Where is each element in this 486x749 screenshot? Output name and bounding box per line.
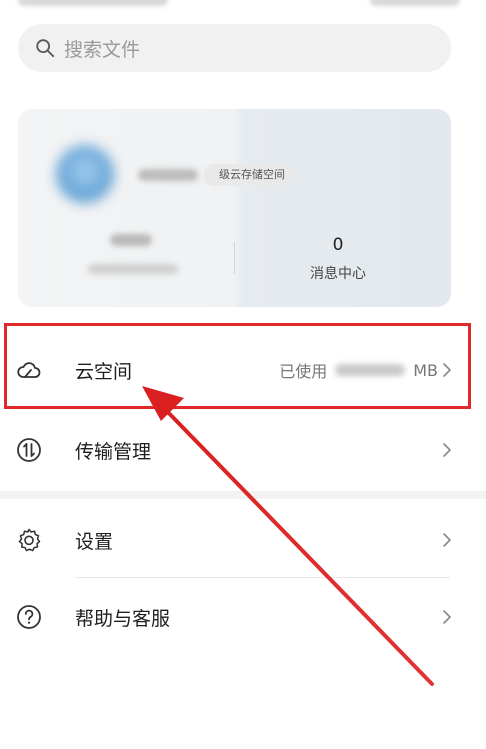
message-count[interactable]: 0 <box>318 235 358 255</box>
account-card[interactable]: 级云存储空间 0 消息中心 <box>18 109 451 307</box>
status-bar-blurred <box>0 0 486 8</box>
avatar[interactable] <box>56 145 114 203</box>
menu-item-help[interactable]: 帮助与客服 <box>0 595 486 639</box>
section-separator <box>0 491 486 499</box>
storage-level-tag: 级云存储空间 <box>203 164 293 186</box>
chevron-right-icon <box>443 443 451 457</box>
cloud-space-label: 云空间 <box>75 360 133 383</box>
help-label: 帮助与客服 <box>75 607 171 630</box>
item-separator <box>75 577 450 578</box>
status-right-blur <box>370 0 460 6</box>
storage-stat-label-blurred <box>88 264 178 274</box>
menu-item-transfer[interactable]: 传输管理 <box>0 428 486 472</box>
transfer-icon <box>17 438 41 462</box>
question-icon <box>17 605 41 629</box>
storage-stat-blurred <box>110 234 152 246</box>
status-left-blur <box>18 0 168 6</box>
chevron-right-icon <box>443 610 451 624</box>
chevron-right-icon <box>443 533 451 547</box>
usage-value-blurred <box>335 364 406 376</box>
transfer-label: 传输管理 <box>75 440 152 463</box>
search-bar[interactable]: 搜索文件 <box>18 24 451 72</box>
search-placeholder: 搜索文件 <box>64 38 141 61</box>
menu-item-cloud-space[interactable]: 云空间 已使用 MB <box>0 348 486 392</box>
usage-prefix: 已使用 <box>279 362 328 381</box>
usage-unit: MB <box>413 360 438 380</box>
gear-icon <box>18 528 41 552</box>
username-blurred <box>138 169 198 181</box>
settings-label: 设置 <box>75 530 114 553</box>
cloud-usage: 已使用 MB <box>279 358 438 382</box>
card-divider <box>234 242 235 274</box>
chevron-right-icon <box>443 363 451 377</box>
cloud-icon <box>17 362 41 378</box>
message-center-label[interactable]: 消息中心 <box>293 263 383 283</box>
menu-item-settings[interactable]: 设置 <box>0 518 486 562</box>
search-icon <box>36 39 55 58</box>
